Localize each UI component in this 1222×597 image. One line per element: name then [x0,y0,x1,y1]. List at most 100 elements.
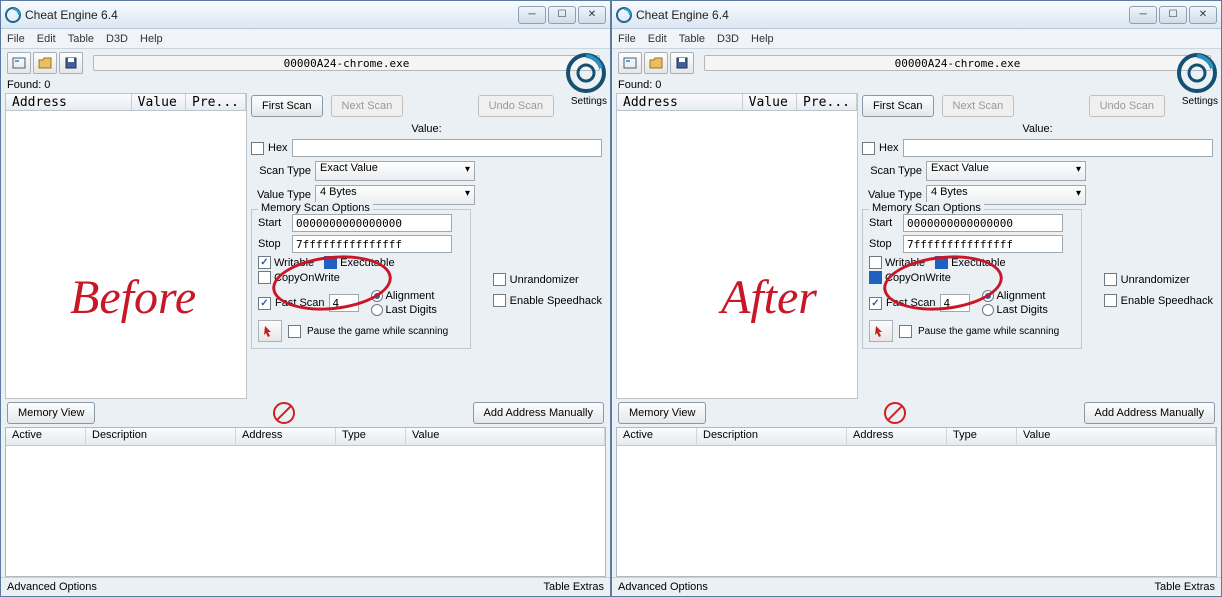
open-process-button[interactable] [618,52,642,74]
open-file-button[interactable] [644,52,668,74]
unrandomizer-checkbox[interactable] [1104,273,1117,286]
last-digits-radio[interactable] [371,304,383,316]
col-addr[interactable]: Address [847,428,947,445]
menu-table[interactable]: Table [679,33,705,45]
menu-file[interactable]: File [7,33,25,45]
hex-checkbox[interactable] [251,142,264,155]
minimize-button[interactable]: ─ [1129,6,1157,24]
executable-checkbox[interactable] [324,256,337,269]
add-address-manually-button[interactable]: Add Address Manually [1084,402,1215,424]
scan-type-select[interactable]: Exact Value [315,161,475,181]
menu-edit[interactable]: Edit [37,33,56,45]
next-scan-button: Next Scan [331,95,404,117]
advanced-options-link[interactable]: Advanced Options [618,581,708,593]
value-input[interactable] [903,139,1213,157]
menu-file[interactable]: File [618,33,636,45]
unrandomizer-checkbox[interactable] [493,273,506,286]
col-val[interactable]: Value [406,428,605,445]
first-scan-button[interactable]: First Scan [862,95,934,117]
pause-checkbox[interactable] [899,325,912,338]
start-input[interactable] [292,214,452,232]
app-window: Cheat Engine 6.4 ─ ☐ ✕ File Edit Table D… [0,0,611,597]
maximize-button[interactable]: ☐ [548,6,576,24]
value-label: Value: [1022,123,1052,135]
speedhack-checkbox[interactable] [1104,294,1117,307]
menu-edit[interactable]: Edit [648,33,667,45]
memory-view-button[interactable]: Memory View [618,402,706,424]
col-previous[interactable]: Pre... [186,94,246,110]
col-active[interactable]: Active [617,428,697,445]
add-address-manually-button[interactable]: Add Address Manually [473,402,604,424]
menu-table[interactable]: Table [68,33,94,45]
logo-icon[interactable] [1176,52,1218,100]
scan-type-select[interactable]: Exact Value [926,161,1086,181]
toolbar: 00000A24-chrome.exe [1,49,610,77]
minimize-button[interactable]: ─ [518,6,546,24]
col-previous[interactable]: Pre... [797,94,857,110]
found-label: Found: 0 [1,77,610,93]
results-list[interactable] [616,111,858,399]
menu-help[interactable]: Help [140,33,163,45]
advanced-options-link[interactable]: Advanced Options [7,581,97,593]
titlebar: Cheat Engine 6.4 ─ ☐ ✕ [612,1,1221,29]
save-button[interactable] [59,52,83,74]
col-description[interactable]: Description [697,428,847,445]
col-address[interactable]: Address [617,94,743,110]
open-process-button[interactable] [7,52,31,74]
col-value[interactable]: Value [132,94,186,110]
scan-type-label: Scan Type [251,165,311,177]
col-type[interactable]: Type [336,428,406,445]
col-active[interactable]: Active [6,428,86,445]
stop-input[interactable] [903,235,1063,253]
executable-checkbox[interactable] [935,256,948,269]
pointer-scan-button[interactable] [869,320,893,342]
alignment-radio[interactable] [371,290,383,302]
col-val[interactable]: Value [1017,428,1216,445]
address-table[interactable]: Active Description Address Type Value [5,427,606,577]
stop-icon[interactable] [273,402,295,424]
address-table[interactable]: Active Description Address Type Value [616,427,1217,577]
next-scan-button: Next Scan [942,95,1015,117]
col-addr[interactable]: Address [236,428,336,445]
fast-scan-checkbox[interactable] [869,297,882,310]
writable-checkbox[interactable] [258,256,271,269]
fast-scan-value[interactable] [940,294,970,312]
menu-d3d[interactable]: D3D [106,33,128,45]
logo-icon[interactable] [565,52,607,100]
open-file-button[interactable] [33,52,57,74]
stop-icon[interactable] [884,402,906,424]
fast-scan-checkbox[interactable] [258,297,271,310]
col-description[interactable]: Description [86,428,236,445]
hex-checkbox[interactable] [862,142,875,155]
menu-help[interactable]: Help [751,33,774,45]
save-button[interactable] [670,52,694,74]
table-extras-link[interactable]: Table Extras [1154,581,1215,593]
first-scan-button[interactable]: First Scan [251,95,323,117]
last-digits-radio[interactable] [982,304,994,316]
memory-view-button[interactable]: Memory View [7,402,95,424]
writable-checkbox[interactable] [869,256,882,269]
speedhack-checkbox[interactable] [493,294,506,307]
table-extras-link[interactable]: Table Extras [543,581,604,593]
stop-input[interactable] [292,235,452,253]
value-input[interactable] [292,139,602,157]
pointer-scan-button[interactable] [258,320,282,342]
copyonwrite-checkbox[interactable] [258,271,271,284]
col-type[interactable]: Type [947,428,1017,445]
copyonwrite-checkbox[interactable] [869,271,882,284]
alignment-radio[interactable] [982,290,994,302]
process-display[interactable]: 00000A24-chrome.exe [93,55,600,71]
pause-checkbox[interactable] [288,325,301,338]
close-button[interactable]: ✕ [578,6,606,24]
col-value[interactable]: Value [743,94,797,110]
menubar: File Edit Table D3D Help [612,29,1221,49]
process-display[interactable]: 00000A24-chrome.exe [704,55,1211,71]
menu-d3d[interactable]: D3D [717,33,739,45]
close-button[interactable]: ✕ [1189,6,1217,24]
memory-scan-options-group: Memory Scan Options Start Stop Writable … [862,209,1082,349]
results-list[interactable] [5,111,247,399]
col-address[interactable]: Address [6,94,132,110]
fast-scan-value[interactable] [329,294,359,312]
maximize-button[interactable]: ☐ [1159,6,1187,24]
start-input[interactable] [903,214,1063,232]
